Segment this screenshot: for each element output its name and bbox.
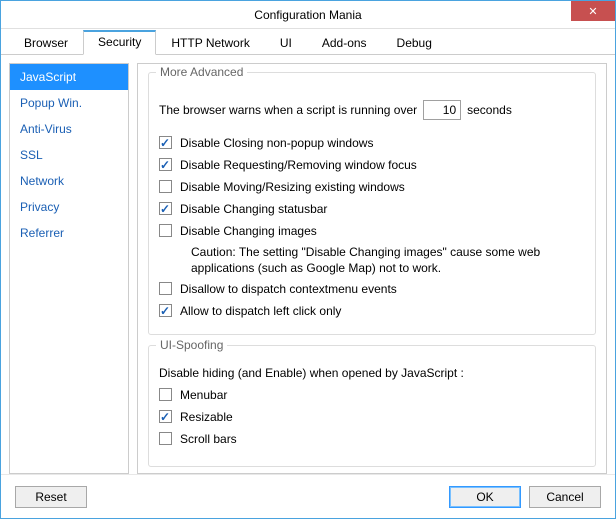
label-disable-statusbar: Disable Changing statusbar [180,200,327,218]
label-menubar: Menubar [180,386,227,404]
cutoff-row [159,452,585,456]
sidebar-item-ssl[interactable]: SSL [10,142,128,168]
sidebar-item-privacy[interactable]: Privacy [10,194,128,220]
label-disable-closing: Disable Closing non-popup windows [180,134,373,152]
check-resizable: Resizable [159,408,585,426]
check-disallow-contextmenu: Disallow to dispatch contextmenu events [159,280,585,298]
check-disable-images: Disable Changing images [159,222,585,240]
checkbox-left-click-only[interactable] [159,304,172,317]
sidebar-item-popup[interactable]: Popup Win. [10,90,128,116]
label-left-click-only: Allow to dispatch left click only [180,302,341,320]
sidebar-item-javascript[interactable]: JavaScript [10,64,128,90]
tab-security[interactable]: Security [83,30,156,55]
close-button[interactable]: ✕ [571,1,615,21]
check-menubar: Menubar [159,386,585,404]
label-scrollbars: Scroll bars [180,430,237,448]
checkbox-scrollbars[interactable] [159,432,172,445]
tab-debug[interactable]: Debug [382,30,447,55]
content-area: JavaScript Popup Win. Anti-Virus SSL Net… [1,55,615,474]
tab-addons[interactable]: Add-ons [307,30,382,55]
checkbox-disable-images[interactable] [159,224,172,237]
ui-spoofing-subtext: Disable hiding (and Enable) when opened … [159,366,585,380]
check-disable-statusbar: Disable Changing statusbar [159,200,585,218]
legend-more-advanced: More Advanced [156,65,247,79]
footer: Reset OK Cancel [1,474,615,518]
window-title: Configuration Mania [1,8,615,22]
check-left-click-only: Allow to dispatch left click only [159,302,585,320]
tab-ui[interactable]: UI [265,30,307,55]
check-disable-moving: Disable Moving/Resizing existing windows [159,178,585,196]
tab-http-network[interactable]: HTTP Network [156,30,264,55]
checkbox-disable-focus[interactable] [159,158,172,171]
label-disallow-contextmenu: Disallow to dispatch contextmenu events [180,280,397,298]
label-disable-moving: Disable Moving/Resizing existing windows [180,178,405,196]
close-icon: ✕ [588,5,597,18]
reset-button[interactable]: Reset [15,486,87,508]
check-disable-closing: Disable Closing non-popup windows [159,134,585,152]
warn-row: The browser warns when a script is runni… [159,100,585,120]
sidebar-item-antivirus[interactable]: Anti-Virus [10,116,128,142]
sidebar-item-network[interactable]: Network [10,168,128,194]
sidebar: JavaScript Popup Win. Anti-Virus SSL Net… [9,63,129,474]
warn-pre-text: The browser warns when a script is runni… [159,103,417,117]
titlebar: Configuration Mania ✕ [1,1,615,29]
cancel-button[interactable]: Cancel [529,486,601,508]
config-window: Configuration Mania ✕ Browser Security H… [0,0,616,519]
checkbox-disable-closing[interactable] [159,136,172,149]
checkbox-disallow-contextmenu[interactable] [159,282,172,295]
main-panel[interactable]: More Advanced The browser warns when a s… [137,63,607,474]
checkbox-resizable[interactable] [159,410,172,423]
note-disable-images: Caution: The setting "Disable Changing i… [191,244,585,276]
label-disable-images: Disable Changing images [180,222,317,240]
fieldset-ui-spoofing: UI-Spoofing Disable hiding (and Enable) … [148,345,596,467]
label-resizable: Resizable [180,408,233,426]
warn-post-text: seconds [467,103,512,117]
checkbox-disable-statusbar[interactable] [159,202,172,215]
label-disable-focus: Disable Requesting/Removing window focus [180,156,417,174]
fieldset-more-advanced: More Advanced The browser warns when a s… [148,72,596,335]
checkbox-disable-moving[interactable] [159,180,172,193]
tabstrip: Browser Security HTTP Network UI Add-ons… [1,29,615,55]
check-scrollbars: Scroll bars [159,430,585,448]
tab-browser[interactable]: Browser [9,30,83,55]
checkbox-menubar[interactable] [159,388,172,401]
check-disable-focus: Disable Requesting/Removing window focus [159,156,585,174]
ok-button[interactable]: OK [449,486,521,508]
sidebar-item-referrer[interactable]: Referrer [10,220,128,246]
warn-seconds-input[interactable] [423,100,461,120]
legend-ui-spoofing: UI-Spoofing [156,338,227,352]
